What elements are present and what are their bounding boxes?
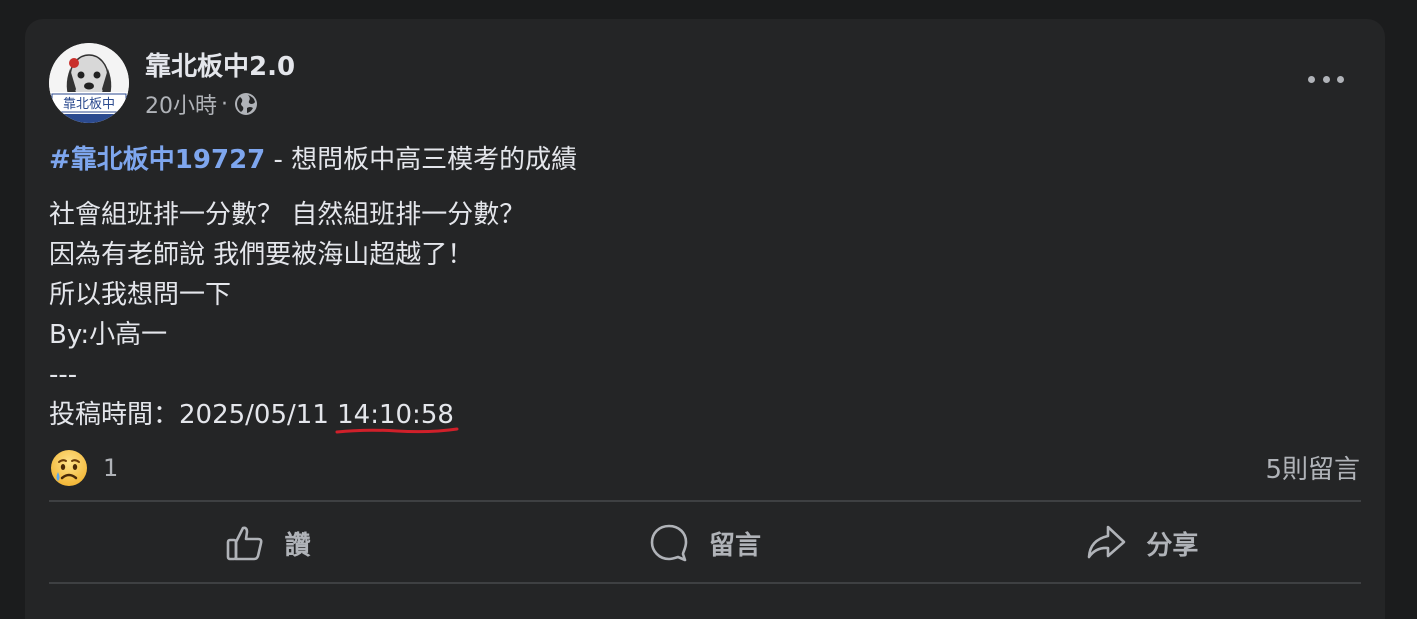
body-line: 所以我想問一下 xyxy=(49,280,232,310)
share-button[interactable]: 分享 xyxy=(924,503,1361,583)
thumbs-up-icon xyxy=(226,526,263,561)
submitted-line: 投稿時間：2025/05/11 14:10:58 xyxy=(49,395,525,435)
meta-separator: · xyxy=(221,91,228,117)
body-line: --- xyxy=(49,360,78,390)
post-body: 社會組班排一分數？ 自然組班排一分數？ 因為有老師說 我們要被海山超越了！ 所以… xyxy=(49,195,525,435)
globe-icon xyxy=(235,93,257,115)
comment-bubble-icon xyxy=(650,524,688,562)
like-label: 讚 xyxy=(284,530,311,561)
more-icon-dot xyxy=(1322,75,1330,83)
title-text: - 想問板中高三模考的成績 xyxy=(265,145,578,175)
divider xyxy=(49,582,1361,584)
more-icon-dot xyxy=(1308,75,1315,83)
more-icon-dot xyxy=(1337,75,1344,83)
avatar-text: 靠北板中 xyxy=(63,97,115,112)
more-options-button[interactable] xyxy=(1308,69,1344,89)
post-time[interactable]: 20小時 xyxy=(145,88,217,120)
post-title: #靠北板中19727 - 想問板中高三模考的成績 xyxy=(49,139,577,176)
submitted-label: 投稿時間：2025/05/11 xyxy=(49,400,338,430)
body-line: 社會組班排一分數？ 自然組班排一分數？ xyxy=(49,200,526,230)
divider xyxy=(49,500,1361,502)
like-button[interactable]: 讚 xyxy=(49,503,486,583)
red-underline xyxy=(335,427,459,434)
comment-count-link[interactable]: 5則留言 xyxy=(1265,449,1360,486)
submitted-time: 14:10:58 xyxy=(335,395,459,435)
action-bar: 讚 留言 分享 xyxy=(49,503,1361,583)
share-arrow-icon xyxy=(1088,525,1126,559)
comment-button[interactable]: 留言 xyxy=(486,503,923,583)
reactions-summary[interactable]: 1 xyxy=(49,448,118,488)
page-avatar[interactable]: 靠北板中 xyxy=(49,43,129,123)
comment-label: 留言 xyxy=(708,530,761,561)
hashtag-number: 19727 xyxy=(174,145,266,175)
body-line: 因為有老師說 我們要被海山超越了！ xyxy=(49,240,474,270)
sad-face-emoji-icon xyxy=(51,450,87,486)
body-line: By:小高一 xyxy=(49,320,168,350)
hashtag-text: #靠北板中 xyxy=(49,145,175,175)
reaction-count: 1 xyxy=(103,454,119,482)
post-card: 靠北板中 靠北板中2.0 20小時 · #靠北板中19727 - 想問板中高三模… xyxy=(25,19,1385,619)
hashtag-link[interactable]: #靠北板中19727 xyxy=(49,145,265,175)
page-name[interactable]: 靠北板中2.0 xyxy=(145,46,295,83)
post-meta: 20小時 · xyxy=(145,88,258,120)
share-label: 分享 xyxy=(1146,530,1199,561)
